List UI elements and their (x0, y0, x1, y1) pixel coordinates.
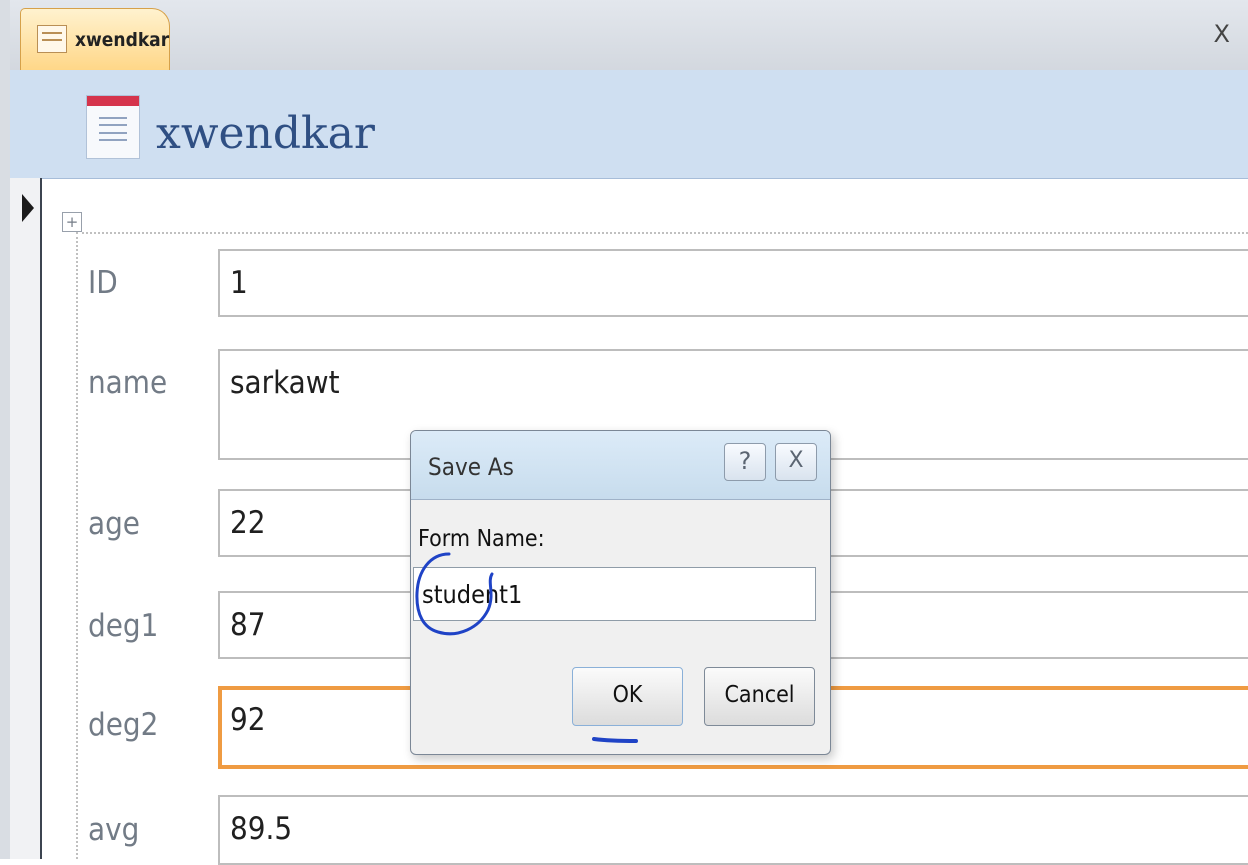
window-frame (0, 0, 10, 859)
form-name-input[interactable]: student1 (413, 567, 816, 621)
form-title: xwendkar (156, 108, 375, 159)
dialog-title: Save As (428, 453, 514, 481)
dialog-titlebar: Save As ? X (411, 431, 830, 500)
age-value: 22 (230, 505, 266, 541)
document-tab-bar: xwendkar X (10, 0, 1248, 71)
field-label-deg2: deg2 (88, 707, 159, 743)
record-selector-arrow-icon (22, 194, 34, 222)
save-as-dialog: Save As ? X Form Name: student1 OK Cance… (410, 430, 831, 755)
tab-label: xwendkar (75, 29, 170, 51)
close-tab-icon[interactable]: X (1214, 20, 1230, 48)
field-label-age: age (88, 506, 140, 542)
ok-button[interactable]: OK (572, 667, 683, 726)
field-label-avg: avg (88, 812, 140, 848)
avg-field[interactable]: 89.5 (218, 795, 1248, 865)
avg-value: 89.5 (230, 811, 293, 847)
form-icon (86, 95, 140, 159)
form-icon (37, 25, 67, 53)
id-field[interactable]: 1 (218, 249, 1248, 317)
field-label-name: name (88, 365, 168, 401)
deg2-value: 92 (230, 702, 266, 738)
move-layout-icon[interactable]: + (62, 212, 82, 232)
field-label-id: ID (88, 265, 118, 301)
form-header: xwendkar (10, 70, 1248, 179)
deg1-value: 87 (230, 607, 266, 643)
close-icon[interactable]: X (775, 443, 817, 481)
field-label-deg1: deg1 (88, 608, 159, 644)
id-value: 1 (230, 265, 248, 301)
help-icon[interactable]: ? (724, 443, 766, 481)
cancel-button[interactable]: Cancel (704, 667, 815, 726)
tab-xwendkar[interactable]: xwendkar (20, 8, 170, 70)
layout-guide (82, 232, 1248, 234)
name-value: sarkawt (230, 365, 340, 401)
form-name-label: Form Name: (418, 526, 545, 552)
layout-guide (76, 232, 78, 859)
record-selector[interactable] (10, 178, 42, 859)
form-name-value: student1 (422, 580, 523, 609)
